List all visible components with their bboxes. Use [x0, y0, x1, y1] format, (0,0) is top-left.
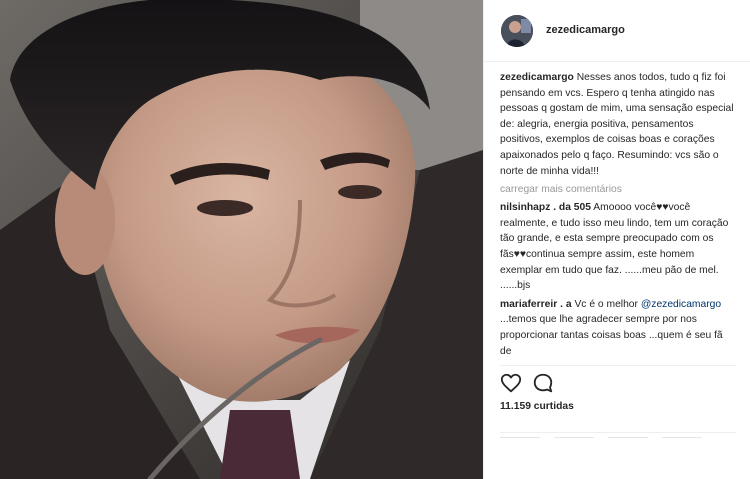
comment-text: Amoooo você♥♥você realmente, e tudo isso… — [500, 202, 729, 292]
likes-count[interactable]: 11.159 curtidas — [500, 401, 574, 412]
comments-list: zezedicamargo Nesses anos todos, tudo q … — [500, 70, 736, 362]
post-caption: zezedicamargo Nesses anos todos, tudo q … — [500, 70, 736, 179]
add-comment-area[interactable] — [500, 432, 736, 472]
speech-bubble-icon — [533, 373, 553, 393]
comment-username[interactable]: mariaferreir . a — [500, 299, 572, 310]
caption-username[interactable]: zezedicamargo — [500, 72, 574, 83]
post-photo[interactable] — [0, 0, 483, 479]
comment-item: nilsinhapz . da 505 Amoooo você♥♥você re… — [500, 200, 736, 294]
like-button[interactable] — [500, 372, 524, 396]
comment-text: Vc é o melhor — [574, 298, 638, 310]
post-header: zezedicamargo — [484, 0, 750, 62]
avatar[interactable] — [501, 15, 533, 47]
comment-text-continued: ...temos que lhe agradecer sempre por no… — [500, 314, 723, 357]
caption-text: Nesses anos todos, tudo q fiz foi pensan… — [500, 72, 734, 177]
avatar-image — [501, 15, 533, 47]
comment-mention[interactable]: @zezedicamargo — [641, 299, 721, 310]
comment-button[interactable] — [532, 372, 556, 396]
comment-username[interactable]: nilsinhapz . da 505 — [500, 202, 591, 213]
comment-input-placeholder — [500, 437, 736, 439]
header-username[interactable]: zezedicamargo — [546, 24, 625, 36]
post-side-panel: zezedicamargo zezedicamargo Nesses anos … — [483, 0, 750, 479]
post-actions — [500, 372, 620, 396]
heart-outline-icon — [500, 373, 522, 393]
load-more-comments-link[interactable]: carregar mais comentários — [500, 182, 736, 197]
actions-divider — [500, 365, 736, 366]
portrait-image — [0, 0, 483, 479]
comment-item: mariaferreir . a Vc é o melhor @zezedica… — [500, 297, 736, 359]
